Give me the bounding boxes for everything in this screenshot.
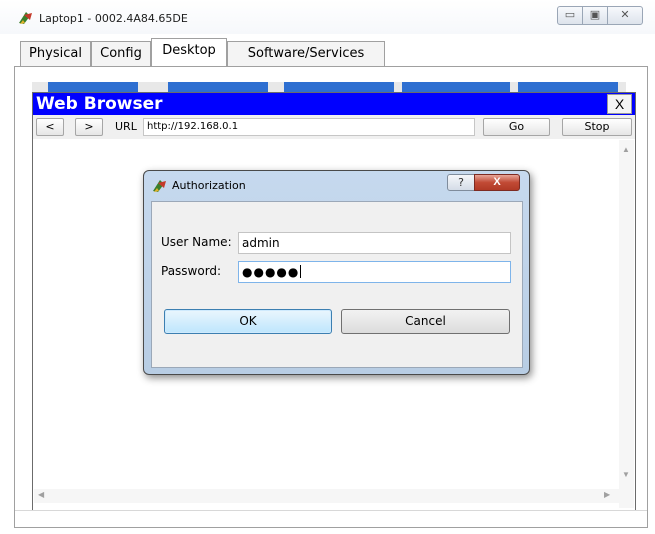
packet-tracer-icon <box>19 12 32 24</box>
password-label: Password: <box>161 264 222 278</box>
ok-button[interactable]: OK <box>164 309 332 334</box>
status-strip <box>15 510 647 527</box>
authorization-dialog: Authorization ? X User Name: admin Passw… <box>143 170 530 375</box>
cancel-button[interactable]: Cancel <box>341 309 510 334</box>
tab-config[interactable]: Config <box>91 41 151 66</box>
scroll-left-icon[interactable]: ◀ <box>38 490 44 499</box>
horizontal-scrollbar[interactable]: ◀ ▶ <box>34 489 620 503</box>
maximize-button[interactable]: ▣ <box>582 6 608 25</box>
browser-close-button[interactable]: X <box>607 94 632 114</box>
help-button[interactable]: ? <box>447 174 475 191</box>
minimize-icon: ▭ <box>564 8 576 21</box>
url-input[interactable]: http://192.168.0.1 <box>143 118 475 136</box>
back-button[interactable]: < <box>36 118 64 136</box>
close-icon: ✕ <box>620 8 630 21</box>
password-value: ●●●●● <box>242 265 300 279</box>
dialog-title: Authorization <box>172 179 246 192</box>
forward-button[interactable]: > <box>75 118 103 136</box>
tab-software-services[interactable]: Software/Services <box>227 41 385 66</box>
scroll-right-icon[interactable]: ▶ <box>604 490 610 499</box>
scroll-up-icon[interactable]: ▲ <box>622 145 630 154</box>
dialog-body: User Name: admin Password: ●●●●● OK Canc… <box>151 201 523 368</box>
scroll-down-icon[interactable]: ▼ <box>622 470 630 479</box>
username-label: User Name: <box>161 235 232 249</box>
window-title: Laptop1 - 0002.4A84.65DE <box>39 12 188 25</box>
maximize-icon: ▣ <box>589 8 601 21</box>
tab-physical[interactable]: Physical <box>20 41 91 66</box>
window-controls: ▭ ▣ ✕ <box>557 6 643 27</box>
go-button[interactable]: Go <box>483 118 550 136</box>
packet-tracer-icon <box>153 180 166 192</box>
browser-titlebar: Web Browser X <box>33 93 635 115</box>
tab-desktop[interactable]: Desktop <box>151 38 227 66</box>
text-caret <box>300 265 302 278</box>
dialog-close-button[interactable]: X <box>474 174 520 191</box>
window-titlebar[interactable]: Laptop1 - 0002.4A84.65DE ▭ ▣ ✕ <box>0 0 655 34</box>
stop-button[interactable]: Stop <box>562 118 632 136</box>
password-field[interactable]: ●●●●● <box>238 261 511 283</box>
browser-title: Web Browser <box>36 94 163 114</box>
vertical-scrollbar[interactable]: ▲ ▼ <box>619 140 634 508</box>
browser-toolbar: < > URL http://192.168.0.1 Go Stop <box>33 115 635 139</box>
laptop-window: Laptop1 - 0002.4A84.65DE ▭ ▣ ✕ Physical … <box>0 0 655 534</box>
minimize-button[interactable]: ▭ <box>557 6 583 25</box>
url-label: URL <box>115 120 137 133</box>
close-button[interactable]: ✕ <box>607 6 643 25</box>
username-field[interactable]: admin <box>238 232 511 254</box>
